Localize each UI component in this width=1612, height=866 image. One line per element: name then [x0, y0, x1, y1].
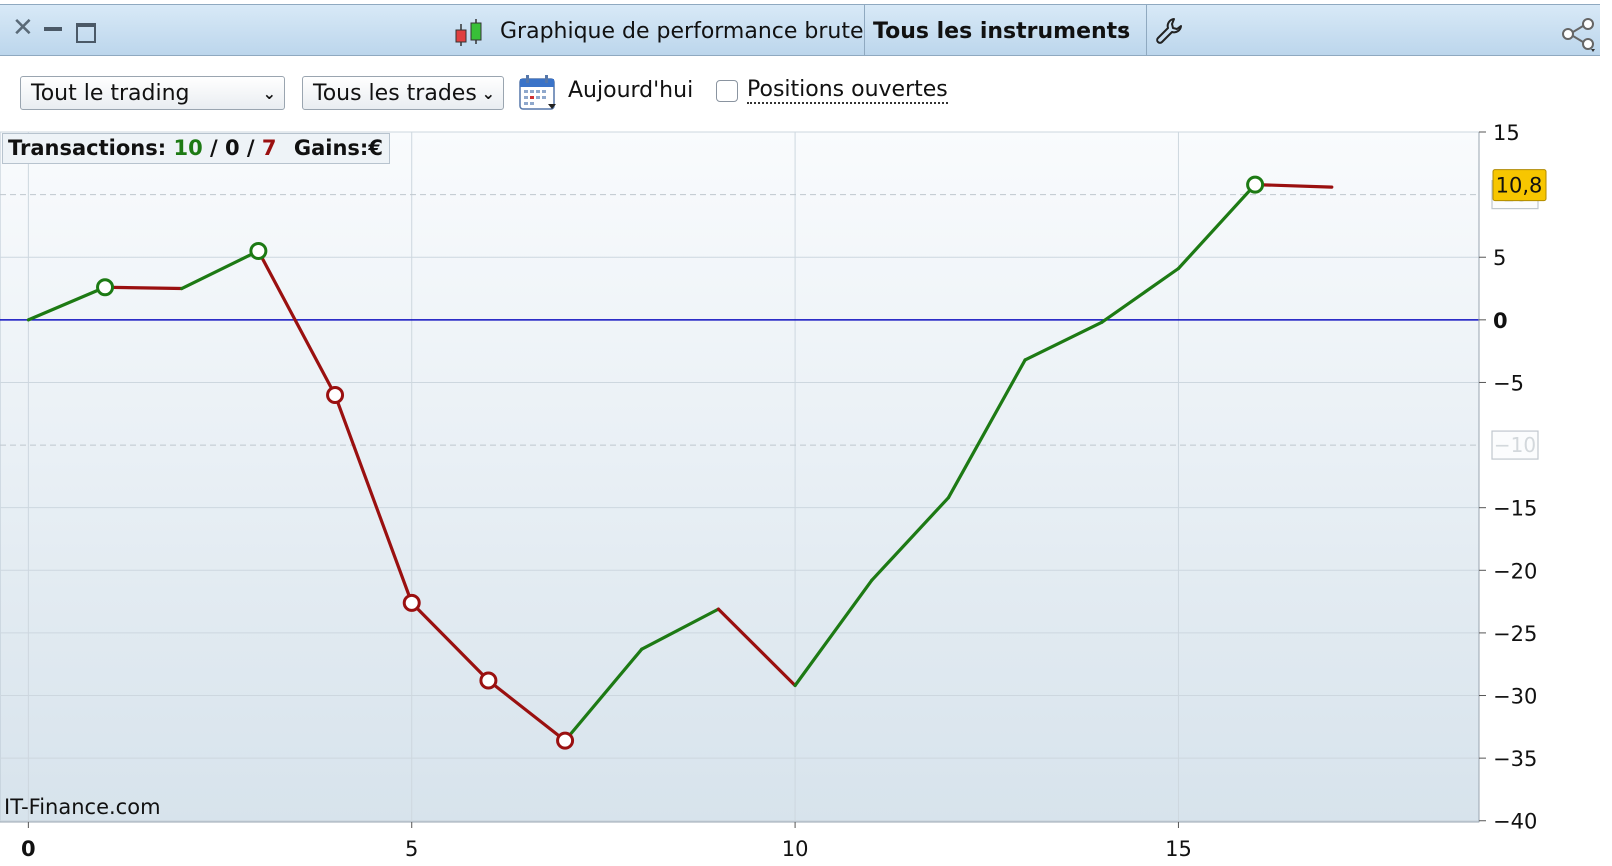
transactions-summary: Transactions: 10 / 0 / 7 Gains:€	[2, 133, 390, 164]
y-tick-label: −15	[1493, 497, 1537, 521]
trade-marker	[1246, 175, 1265, 194]
x-tick-label: 15	[1165, 837, 1192, 861]
y-tick-label: 5	[1493, 246, 1506, 270]
separator: /	[210, 136, 218, 160]
trade-marker	[402, 593, 421, 612]
trade-marker	[326, 385, 345, 404]
y-tick-label: 0	[1493, 309, 1508, 333]
gains-label: Gains:	[293, 136, 369, 160]
trade-marker	[556, 731, 575, 750]
y-tick-label: −35	[1493, 747, 1537, 771]
watermark: IT-Finance.com	[4, 795, 161, 819]
x-tick-label: 5	[405, 837, 418, 861]
losses-count: 7	[261, 136, 277, 160]
wins-count: 10	[173, 136, 203, 160]
trade-marker	[96, 278, 115, 297]
trade-marker	[479, 671, 498, 690]
y-tick-label: 15	[1493, 121, 1520, 145]
y-tick-label: −20	[1493, 559, 1537, 583]
even-count: 0	[224, 136, 240, 160]
separator: /	[246, 136, 255, 160]
y-axis-area	[1479, 132, 1612, 822]
y-tick-label: −40	[1493, 810, 1537, 834]
trade-marker	[249, 241, 268, 260]
y-tick-label: −25	[1493, 622, 1537, 646]
currency-symbol: €	[368, 136, 383, 160]
plot-area	[0, 131, 1480, 823]
y-tick-label: −30	[1493, 685, 1537, 709]
x-tick-label: 10	[782, 837, 809, 861]
level-label: −10	[1494, 433, 1536, 457]
transactions-label: Transactions:	[8, 136, 167, 160]
y-tick-label: −5	[1493, 371, 1524, 395]
x-tick-label: 0	[21, 837, 36, 861]
performance-line-segment	[103, 285, 184, 291]
last-value-label: 10,8	[1496, 174, 1543, 198]
performance-chart: 15 5 0 −5 −15 −20 −25 −30 −35 −40 10 −10 10,8 0 5 10 15	[0, 121, 1612, 861]
